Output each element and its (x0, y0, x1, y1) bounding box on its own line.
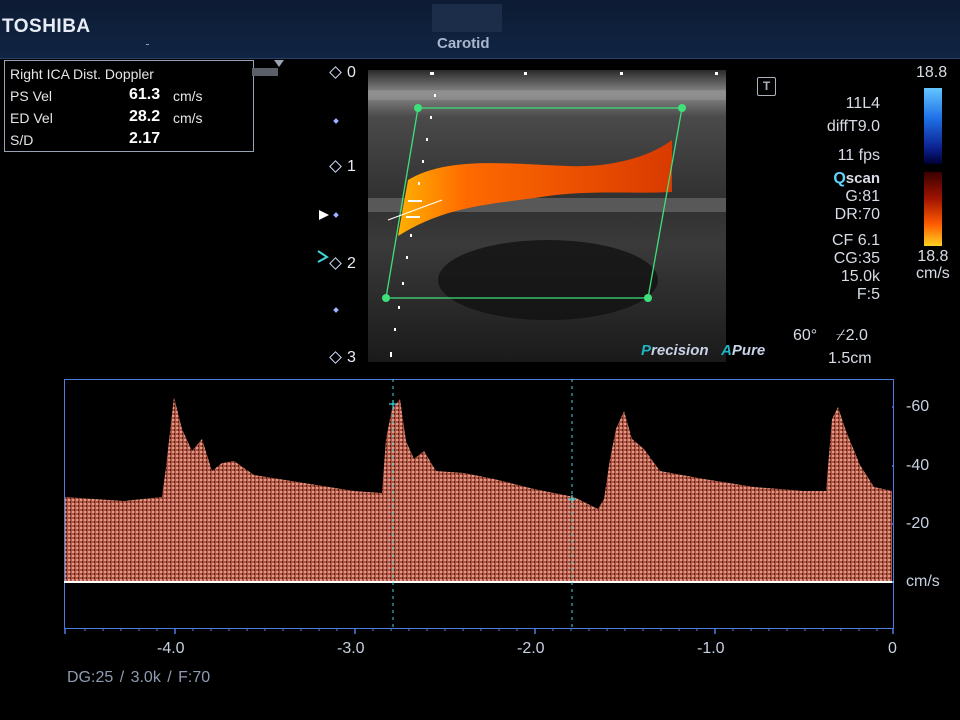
diamond-icon (329, 257, 342, 271)
depth-minor-tick (333, 307, 339, 313)
x-axis-ticks (64, 628, 894, 634)
ps-vel-value: 61.3 (129, 86, 161, 103)
diamond-icon (329, 160, 342, 174)
depth-mark-0: 0 (329, 64, 356, 82)
sd-value: 2.17 (129, 130, 161, 147)
preset-tab[interactable] (432, 4, 502, 32)
diamond-icon (329, 351, 342, 365)
vein-lumen (438, 240, 658, 320)
doppler-settings-footer: DG:25 / 3.0k / F:70 (67, 669, 211, 686)
ps-vel-label: PS Vel (10, 88, 53, 104)
diamond-icon (329, 66, 342, 80)
spectrum-right-ticks (892, 406, 894, 583)
y-tick-unit: cm/s (906, 573, 940, 590)
color-scale-negative (924, 88, 942, 164)
sample-gate-bottom (406, 216, 420, 218)
x-tick-1: -1.0 (697, 640, 725, 657)
color-box-handle (678, 104, 686, 112)
x-tick-4: -4.0 (157, 640, 185, 657)
probe-label: 11L4 (845, 95, 880, 112)
sample-gate-top (408, 200, 422, 202)
y-tick-20: -20 (906, 515, 930, 532)
cursor-chevron-icon (317, 250, 329, 263)
measurement-panel: Right ICA Dist. Doppler PS Vel 61.3 cm/s… (4, 60, 254, 152)
depth-minor-tick (333, 118, 339, 124)
preset-label: Carotid (437, 35, 490, 52)
steer-label: ⌿2.0 (836, 327, 868, 344)
focus-depth-label: 1.5cm (828, 350, 872, 367)
spectrum-envelope (65, 397, 892, 582)
focus-arrow-icon (319, 210, 329, 220)
depth-mark-1: 1 (329, 158, 356, 176)
imaging-parameters: 11L4 diffT9.0 11 fps Qscan G:81 DR:70 CF… (760, 92, 880, 306)
panel-tab[interactable] (252, 68, 278, 76)
ps-vel-unit: cm/s (173, 88, 203, 104)
sd-label: S/D (10, 132, 34, 148)
processing-brand: Precision APure (641, 342, 766, 359)
y-tick-40: -40 (906, 457, 930, 474)
tissue-layer (368, 90, 726, 100)
x-tick-2: -2.0 (517, 640, 545, 657)
ed-vel-value: 28.2 (129, 108, 161, 125)
brand-logo: TOSHIBA (2, 16, 91, 37)
color-box-handle (644, 294, 652, 302)
color-scale-unit: cm/s (916, 265, 950, 282)
color-scale-positive (924, 172, 942, 246)
measurement-title: Right ICA Dist. Doppler (10, 66, 154, 82)
angle-label: 60° (793, 327, 818, 344)
spectral-doppler-trace[interactable] (64, 379, 894, 629)
depth-minor-tick (333, 212, 339, 218)
x-tick-3: -3.0 (337, 640, 365, 657)
x-tick-0: 0 (888, 640, 897, 657)
dr-label: DR:70 (834, 206, 880, 223)
color-scale-max: 18.8 (916, 64, 948, 81)
ed-vel-unit: cm/s (173, 110, 203, 126)
fps-label: 11 fps (837, 147, 880, 164)
ed-vel-label: ED Vel (10, 110, 53, 126)
color-scale-min: 18.8 cm/s (916, 248, 950, 282)
color-box-handle (382, 294, 390, 302)
brand-divider (146, 44, 149, 45)
steer-icon: ⌿ (836, 327, 846, 344)
panel-collapse-icon[interactable] (274, 60, 284, 67)
y-tick-60: -60 (906, 398, 930, 415)
focus-markers (317, 210, 329, 263)
depth-mark-2: 2 (329, 255, 356, 273)
filter-label: F:5 (856, 286, 880, 303)
top-bar: TOSHIBA Carotid (0, 0, 960, 59)
color-box-handle (414, 104, 422, 112)
ultrasound-image[interactable] (368, 70, 726, 362)
depth-mark-3: 3 (329, 349, 356, 367)
mode-label: diffT9.0 (826, 118, 880, 135)
